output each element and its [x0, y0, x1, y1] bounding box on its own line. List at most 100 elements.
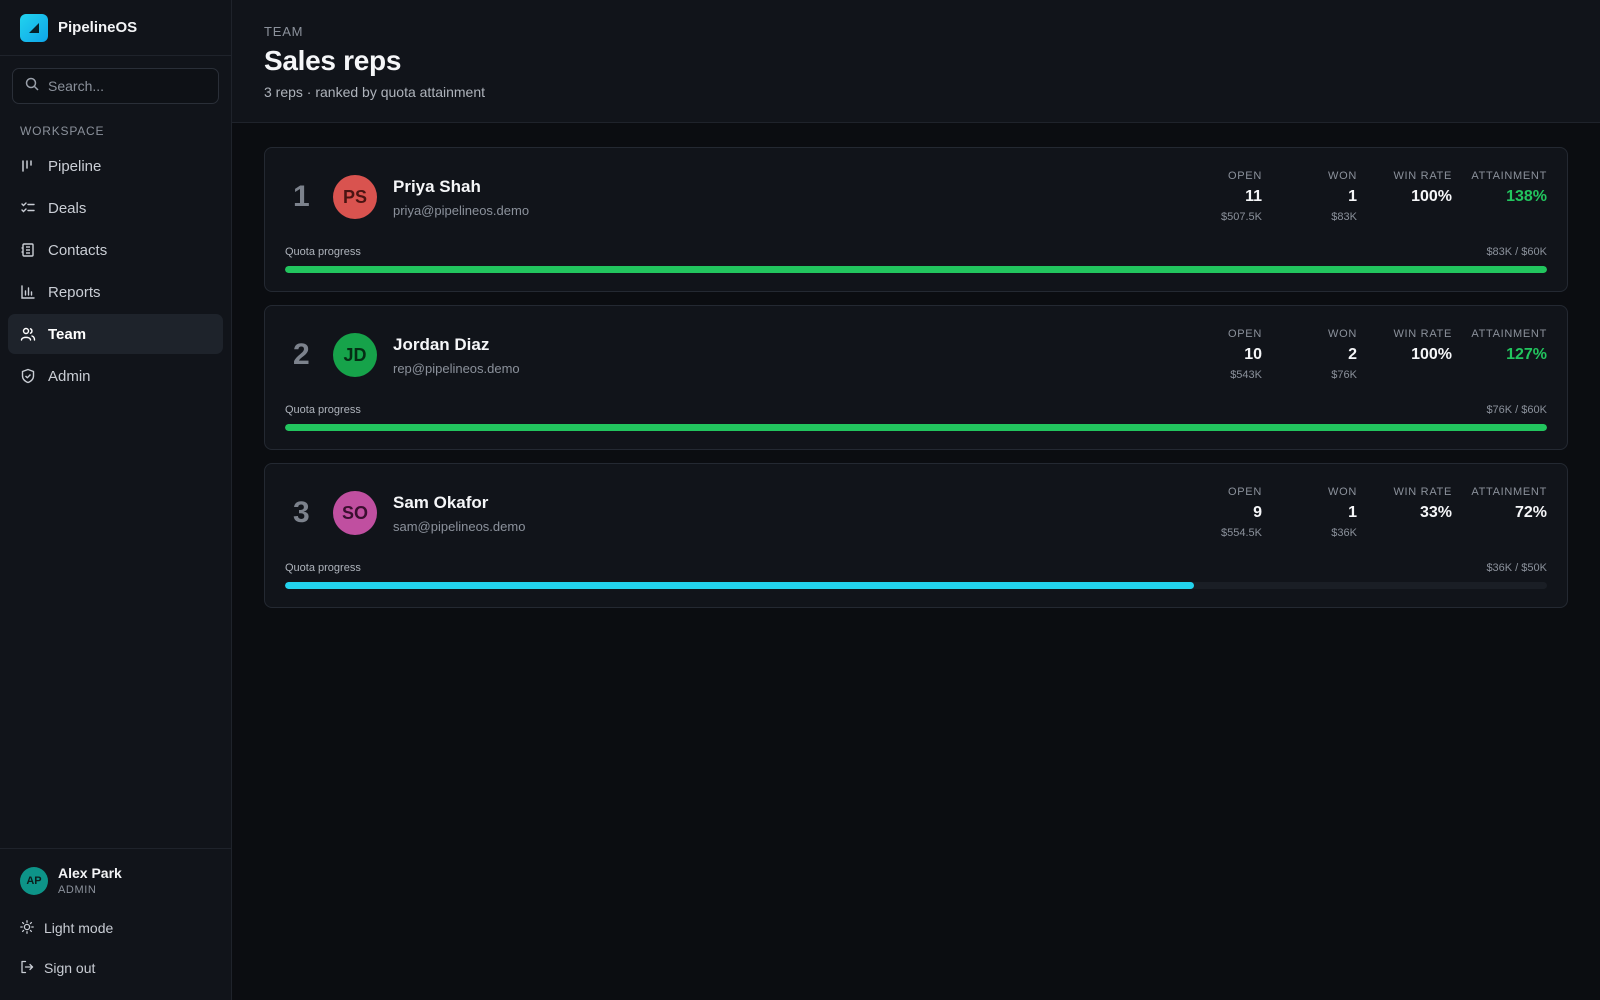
- rep-stats: OPEN 9 $554.5K WON 1 $36K WIN RATE 33% ATTAIN…: [1202, 486, 1547, 540]
- quota-progress-value: $83K / $60K: [1486, 246, 1547, 258]
- avatar: JD: [333, 333, 377, 377]
- deals-icon: [20, 200, 36, 216]
- stat-attainment: 72%: [1514, 504, 1547, 521]
- stat-label-open: OPEN: [1228, 170, 1262, 182]
- stat-open-value: $554.5K: [1221, 527, 1262, 539]
- rep-card[interactable]: 2 JD Jordan Diaz rep@pipelineos.demo OPE…: [264, 305, 1568, 450]
- quota-progress-value: $36K / $50K: [1486, 562, 1547, 574]
- sidebar: PipelineOS ⌘K WORKSPACE Pipeline Deals: [0, 0, 269, 1000]
- stat-open-value: $507.5K: [1221, 211, 1262, 223]
- stat-win-rate: 100%: [1411, 346, 1452, 363]
- avatar: PS: [333, 175, 377, 219]
- workspace-section-label: WORKSPACE: [20, 124, 105, 138]
- search-box[interactable]: ⌘K: [12, 68, 269, 104]
- main-content: TEAM Sales reps 3 reps · ranked by quota…: [232, 0, 1600, 1000]
- stat-open-count: 9: [1253, 504, 1262, 521]
- rep-name: Priya Shah: [393, 176, 481, 196]
- rep-stats: OPEN 10 $543K WON 2 $76K WIN RATE 100% ATTAIN…: [1202, 328, 1547, 382]
- contacts-icon: [20, 242, 36, 258]
- sidebar-item-label: Team: [48, 325, 87, 343]
- rep-card[interactable]: 3 SO Sam Okafor sam@pipelineos.demo OPEN…: [264, 463, 1568, 608]
- stat-open-count: 10: [1244, 346, 1262, 363]
- stat-attainment: 127%: [1506, 346, 1547, 363]
- stat-label-won: WON: [1328, 328, 1357, 340]
- quota-progress-value: $76K / $60K: [1486, 404, 1547, 416]
- rep-name: Sam Okafor: [393, 492, 489, 512]
- stat-win-rate: 100%: [1411, 188, 1452, 205]
- search-input[interactable]: [48, 78, 229, 94]
- sidebar-item-label: Contacts: [48, 241, 108, 259]
- stat-label-won: WON: [1328, 486, 1357, 498]
- sidebar-item-label: Pipeline: [48, 157, 102, 175]
- rep-rank: 2: [293, 338, 310, 371]
- rep-email: sam@pipelineos.demo: [393, 518, 526, 534]
- user-name: Alex Park: [58, 865, 122, 881]
- rep-stats: OPEN 11 $507.5K WON 1 $83K WIN RATE 100% ATTA…: [1202, 170, 1547, 224]
- pipeline-icon: [20, 158, 36, 174]
- rep-email: rep@pipelineos.demo: [393, 360, 520, 376]
- avatar: SO: [333, 491, 377, 535]
- light-mode-label: Light mode: [44, 920, 114, 936]
- user-profile[interactable]: AP Alex Park ADMIN: [20, 865, 211, 896]
- stat-label-won: WON: [1328, 170, 1357, 182]
- stat-label-win-rate: WIN RATE: [1393, 328, 1452, 340]
- stat-label-attainment: ATTAINMENT: [1471, 486, 1547, 498]
- rep-email: priya@pipelineos.demo: [393, 202, 530, 218]
- team-icon: [20, 326, 36, 342]
- sign-out-button[interactable]: Sign out: [20, 948, 211, 988]
- rep-card[interactable]: 1 PS Priya Shah priya@pipelineos.demo OP…: [264, 147, 1568, 292]
- page-header: TEAM Sales reps 3 reps · ranked by quota…: [232, 0, 1600, 123]
- quota-progress-label: Quota progress: [285, 246, 361, 258]
- page-subtitle: 3 reps · ranked by quota attainment: [264, 84, 486, 100]
- sidebar-footer: AP Alex Park ADMIN Light mode Sign out: [0, 848, 231, 1000]
- sign-out-icon: [20, 960, 34, 977]
- stat-open-value: $543K: [1230, 369, 1262, 381]
- light-mode-button[interactable]: Light mode: [20, 908, 211, 948]
- rep-name: Jordan Diaz: [393, 334, 490, 354]
- brand[interactable]: PipelineOS: [0, 0, 231, 56]
- quota-progress-bar: [285, 424, 1547, 431]
- rep-list: 1 PS Priya Shah priya@pipelineos.demo OP…: [232, 123, 1600, 632]
- quota-progress-fill: [285, 266, 1547, 273]
- user-role: ADMIN: [58, 884, 97, 896]
- stat-won-count: 1: [1348, 504, 1357, 521]
- stat-won-value: $36K: [1331, 527, 1357, 539]
- stat-label-open: OPEN: [1228, 486, 1262, 498]
- sidebar-item-pipeline[interactable]: Pipeline: [8, 146, 223, 186]
- breadcrumb: TEAM: [264, 24, 304, 39]
- sun-icon: [20, 919, 34, 937]
- sidebar-item-reports[interactable]: Reports: [8, 272, 223, 312]
- stat-won-count: 1: [1348, 188, 1357, 205]
- stat-open-count: 11: [1245, 188, 1262, 205]
- quota-progress-label: Quota progress: [285, 562, 361, 574]
- stat-label-open: OPEN: [1228, 328, 1262, 340]
- stat-won-value: $83K: [1331, 211, 1357, 223]
- page-title: Sales reps: [264, 45, 402, 76]
- rep-rank: 3: [293, 496, 310, 529]
- search-icon: [25, 77, 39, 96]
- app-shell: PipelineOS ⌘K WORKSPACE Pipeline Deals: [0, 0, 1600, 1000]
- shield-icon: [20, 368, 36, 384]
- stat-label-attainment: ATTAINMENT: [1471, 328, 1547, 340]
- stat-label-win-rate: WIN RATE: [1393, 170, 1452, 182]
- sidebar-item-contacts[interactable]: Contacts: [8, 230, 223, 270]
- quota-progress-fill: [285, 582, 1194, 589]
- sidebar-item-label: Admin: [48, 367, 91, 385]
- stat-won-count: 2: [1348, 346, 1357, 363]
- quota-progress-bar: [285, 582, 1547, 589]
- app-name: PipelineOS: [58, 19, 138, 36]
- logo-icon: [20, 13, 48, 42]
- sidebar-nav: Pipeline Deals Contacts Reports Team Adm…: [0, 146, 231, 396]
- stat-attainment: 138%: [1506, 188, 1547, 205]
- sidebar-item-label: Deals: [48, 199, 87, 217]
- reports-icon: [20, 284, 36, 300]
- stat-label-attainment: ATTAINMENT: [1471, 170, 1547, 182]
- sidebar-item-team[interactable]: Team: [8, 314, 223, 354]
- sidebar-item-label: Reports: [48, 283, 101, 301]
- avatar: AP: [20, 866, 48, 895]
- sidebar-item-deals[interactable]: Deals: [8, 188, 223, 228]
- stat-label-win-rate: WIN RATE: [1393, 486, 1452, 498]
- stat-win-rate: 33%: [1419, 504, 1452, 521]
- quota-progress-fill: [285, 424, 1547, 431]
- sidebar-item-admin[interactable]: Admin: [8, 356, 223, 396]
